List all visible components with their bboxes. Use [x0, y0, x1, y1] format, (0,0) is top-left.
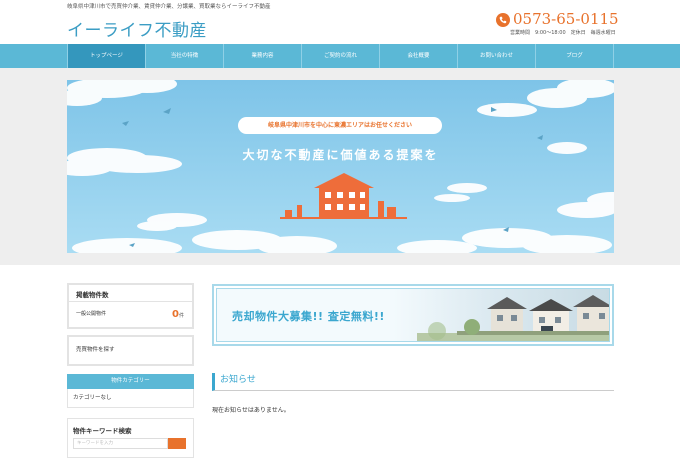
category-empty-text: カテゴリーなし [67, 389, 194, 408]
business-hours: 営業時間 9:00～18:00 定休日 毎週水曜日 [510, 30, 616, 36]
hero-headline: 大切な不動産に価値ある提案を [242, 148, 439, 162]
nav-item-contract-flow[interactable]: ご契約の流れ [302, 44, 380, 68]
listing-count-title: 掲載物件数 [69, 285, 192, 302]
nav-item-features[interactable]: 当社の特徴 [146, 44, 224, 68]
keyword-search-input[interactable]: キーワードを入力 [73, 438, 168, 449]
nav-item-top[interactable]: トップページ [67, 44, 146, 68]
hero-banner: 岐阜県中津川市を中心に東濃エリアはお任せください 大切な不動産に価値ある提案を [67, 80, 614, 253]
keyword-search-title: 物件キーワード検索 [73, 427, 132, 435]
hero-illustration [67, 80, 614, 253]
keyword-search-button[interactable] [168, 438, 186, 449]
listing-count-value: 0件 [172, 309, 184, 320]
hero-service-area-badge: 岐阜県中津川市を中心に東濃エリアはお任せください [238, 117, 442, 134]
sale-property-search-link[interactable]: 売買物件を探す [67, 335, 194, 366]
keyword-search-box: 物件キーワード検索 キーワードを入力 [67, 418, 194, 458]
houses-photo [417, 295, 609, 341]
listing-count-label: 一般公開物件 [76, 311, 107, 317]
nav-item-company[interactable]: 会社概要 [380, 44, 458, 68]
site-logo[interactable]: イーライフ不動産 [67, 16, 207, 41]
site-tagline: 岐阜県中津川市で売買仲介業、賃貸仲介業、分譲業、買取業ならイーライフ不動産 [67, 4, 271, 10]
house-illustration [280, 173, 407, 219]
sale-property-banner-text: 売却物件大募集!! 査定無料!! [232, 310, 385, 323]
phone-icon [496, 13, 510, 27]
sidebar: 掲載物件数 一般公開物件 0件 売買物件を探す 物件カテゴリー カテゴリーなし … [67, 283, 194, 458]
main-navigation: トップページ 当社の特徴 業務内容 ご契約の流れ 会社概要 お問い合わせ ブログ [0, 44, 680, 68]
category-heading: 物件カテゴリー [67, 374, 194, 389]
news-section-title: お知らせ [212, 373, 614, 391]
listing-count-box: 掲載物件数 一般公開物件 0件 [67, 283, 194, 329]
nav-item-contact[interactable]: お問い合わせ [458, 44, 536, 68]
listing-count-row: 一般公開物件 0件 [69, 302, 192, 327]
nav-item-blog[interactable]: ブログ [536, 44, 614, 68]
news-empty-message: 現在お知らせはありません。 [212, 407, 290, 414]
nav-item-services[interactable]: 業務内容 [224, 44, 302, 68]
sale-property-banner[interactable]: 売却物件大募集!! 査定無料!! [212, 284, 614, 346]
phone-number[interactable]: 0573-65-0115 [513, 10, 619, 28]
